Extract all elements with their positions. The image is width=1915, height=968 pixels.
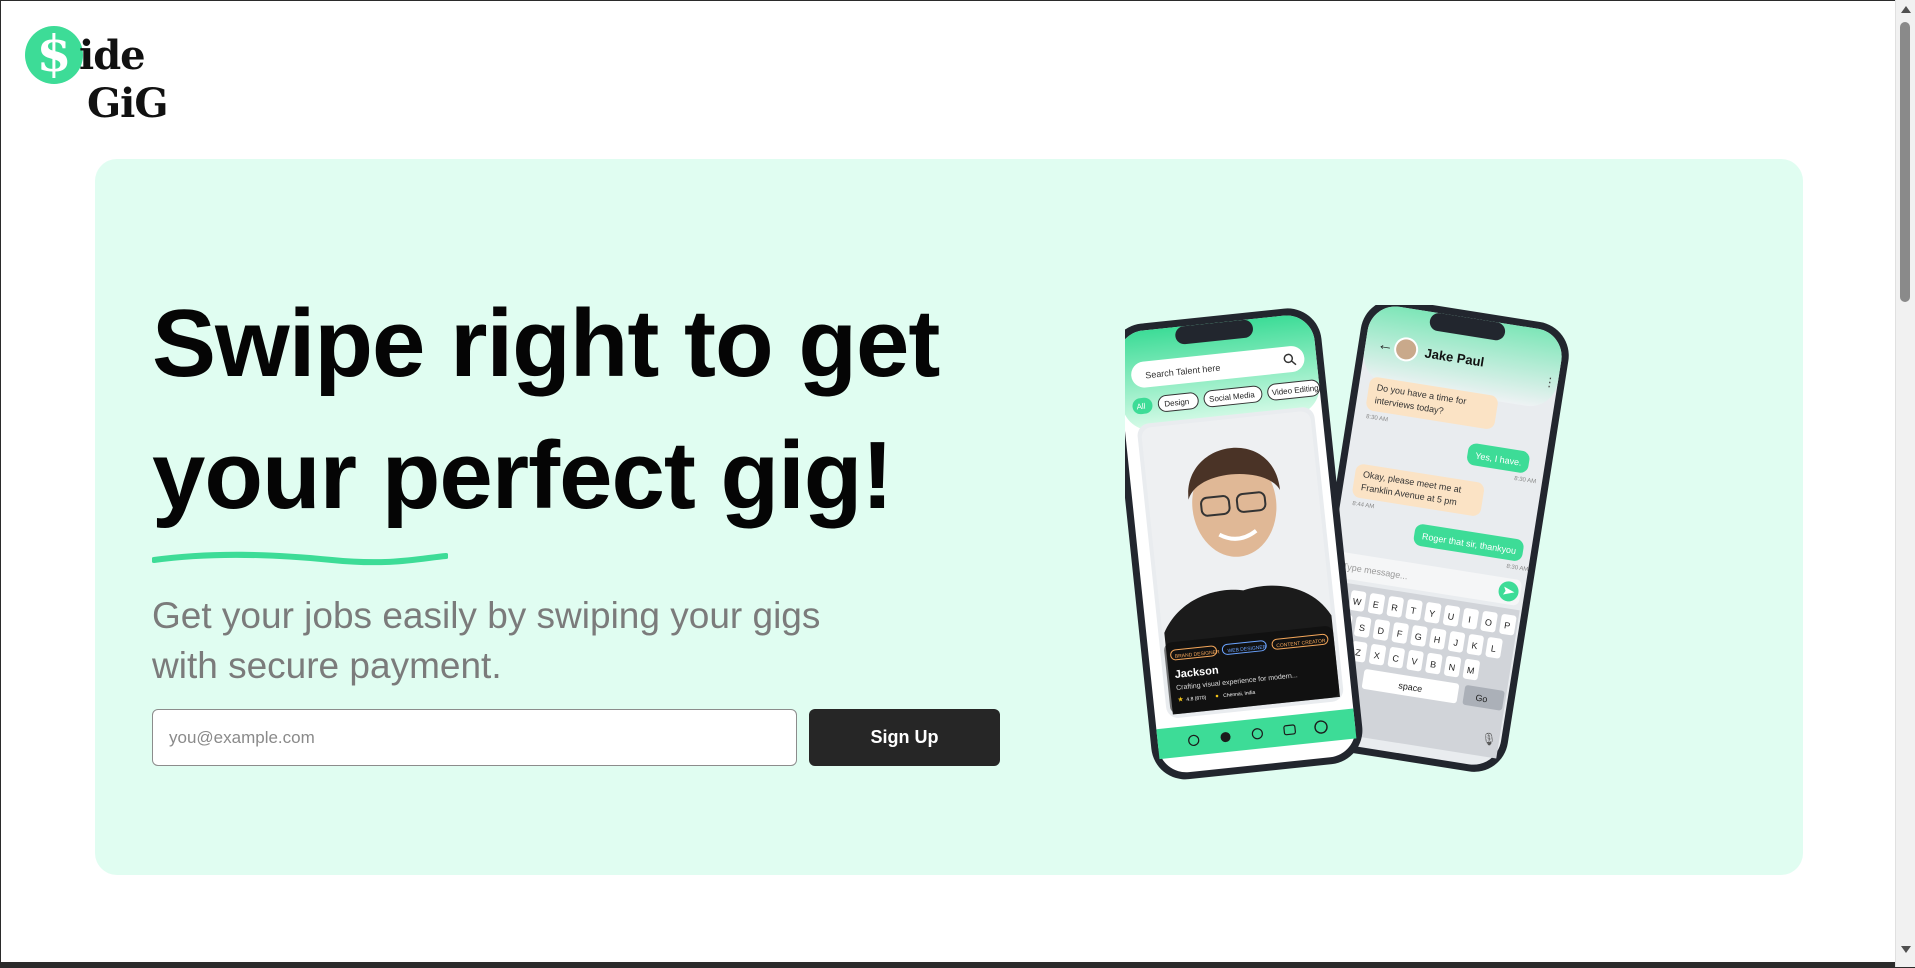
app-preview-phones: ← Jake Paul ⋮ Do you have a time for int… xyxy=(1125,305,1569,780)
go-key[interactable]: Go xyxy=(1475,693,1488,705)
svg-text:M: M xyxy=(1466,665,1475,676)
scroll-down-arrow-icon[interactable] xyxy=(1901,946,1911,953)
logo-text-line1: ide xyxy=(79,32,146,79)
star-icon: ★ xyxy=(1177,695,1184,704)
vertical-scrollbar[interactable] xyxy=(1895,0,1915,967)
logo-symbol: $ xyxy=(36,24,72,83)
hero-subtitle: Get your jobs easily by swiping your gig… xyxy=(152,595,821,686)
logo-text-line2: GiG xyxy=(87,80,169,127)
phone-talent: Search Talent here All Design Social Med… xyxy=(1125,308,1363,780)
microphone-icon[interactable]: 🎙 xyxy=(1480,731,1497,747)
sign-up-button[interactable]: Sign Up xyxy=(809,709,1000,766)
hero-headline: Swipe right to get your perfect gig! xyxy=(152,290,940,529)
sidegig-logo[interactable]: $ ide GiG xyxy=(25,24,169,130)
scrollbar-thumb[interactable] xyxy=(1900,22,1910,302)
headline-underline xyxy=(152,551,448,566)
svg-text:All: All xyxy=(1136,402,1146,412)
email-input[interactable] xyxy=(152,709,797,766)
back-arrow-icon[interactable]: ← xyxy=(1376,336,1394,355)
dollar-coin-icon: $ xyxy=(25,24,83,84)
more-options-icon[interactable]: ⋮ xyxy=(1543,374,1557,390)
scroll-up-arrow-icon[interactable] xyxy=(1901,6,1911,13)
